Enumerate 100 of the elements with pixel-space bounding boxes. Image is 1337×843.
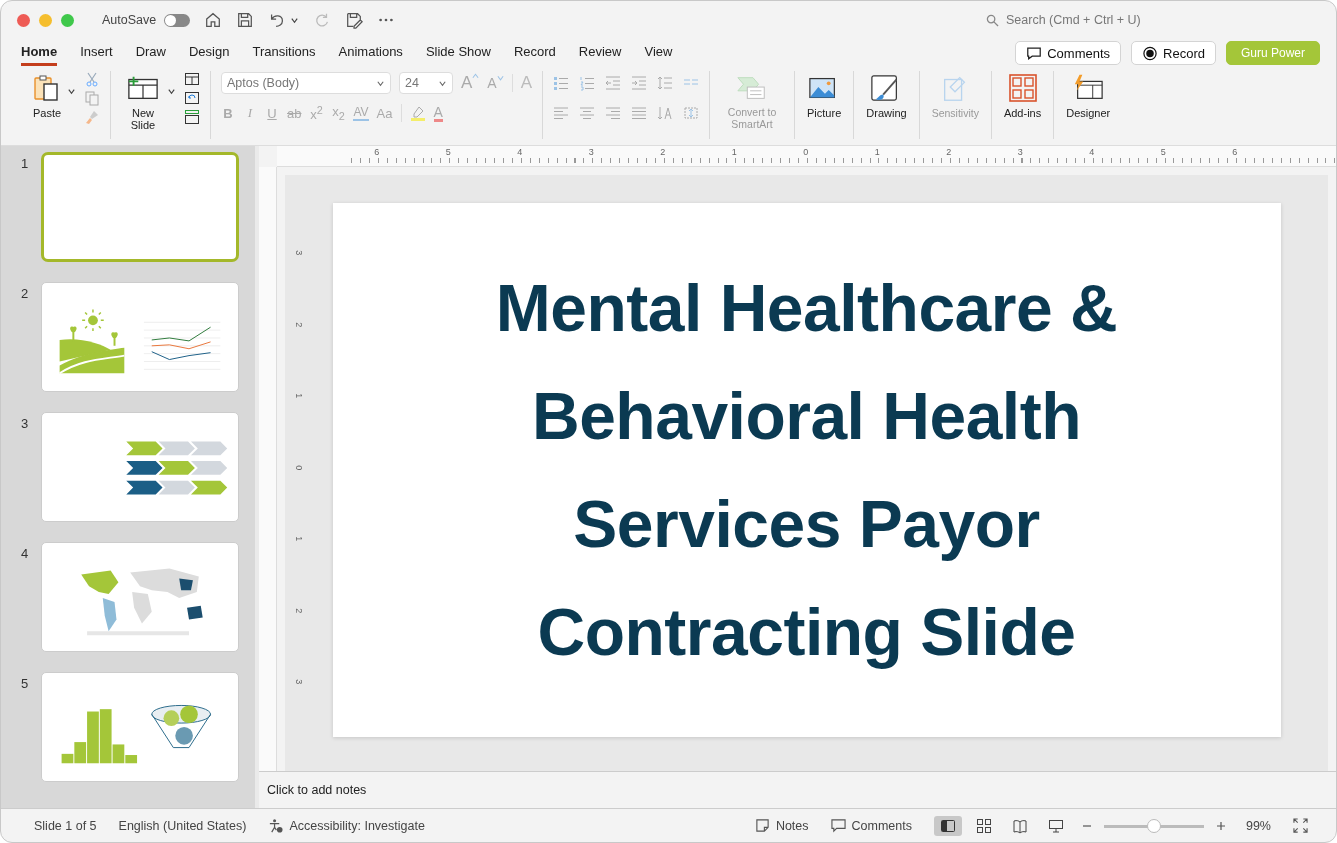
ruler-number: 1 xyxy=(292,392,304,401)
normal-view-icon xyxy=(939,817,956,834)
slide-thumbnail[interactable] xyxy=(41,152,239,262)
ribbon-tab[interactable]: Animations xyxy=(338,40,403,66)
text-direction-icon[interactable] xyxy=(657,105,674,121)
chevron-shape xyxy=(190,461,228,475)
font-size-field[interactable]: 24 xyxy=(399,72,453,94)
chevron-shape xyxy=(158,461,195,475)
picture-button[interactable]: Picture xyxy=(805,71,844,121)
ribbon-tab[interactable]: Design xyxy=(189,40,230,66)
close-icon[interactable] xyxy=(17,13,30,27)
align-icon[interactable] xyxy=(631,105,648,121)
chevron-shape xyxy=(158,480,195,495)
font-name-field[interactable]: Aptos (Body) xyxy=(221,72,391,94)
normal-view-button[interactable] xyxy=(933,815,962,836)
fit-to-window-icon[interactable] xyxy=(1293,818,1308,833)
slide-number: 2 xyxy=(20,285,30,301)
note-icon xyxy=(754,818,770,833)
slide-number: 1 xyxy=(20,155,30,171)
highlighter-icon[interactable] xyxy=(409,105,426,121)
autosave-label: AutoSave xyxy=(102,13,157,27)
chevron-shape xyxy=(158,441,195,456)
designer-button[interactable]: Designer xyxy=(1064,71,1113,121)
slide-thumbnail[interactable] xyxy=(41,542,239,652)
home-icon[interactable] xyxy=(204,11,223,29)
new-slide-button[interactable]: New Slide xyxy=(121,71,165,134)
maximize-icon[interactable] xyxy=(61,13,74,27)
down-caret-icon xyxy=(496,75,504,81)
save-edit-icon[interactable] xyxy=(345,11,364,29)
ruler-number: 2 xyxy=(292,606,304,615)
chevron-shape xyxy=(190,441,228,456)
copy-icon[interactable] xyxy=(84,90,100,106)
reset-icon[interactable] xyxy=(184,90,200,106)
slide-counter: Slide 1 of 5 xyxy=(34,818,97,833)
add-ins-button[interactable]: Add-ins xyxy=(1001,71,1044,121)
scissors-icon[interactable] xyxy=(84,71,100,87)
chevron-shape xyxy=(126,480,163,495)
bullets-icon[interactable] xyxy=(553,75,570,91)
paste-button[interactable]: Paste xyxy=(29,71,65,121)
layout-icon[interactable] xyxy=(184,71,200,87)
ribbon-tab[interactable]: Slide Show xyxy=(425,40,491,66)
ribbon-tab[interactable]: Draw xyxy=(135,40,166,66)
landscape-drawing xyxy=(58,308,126,375)
indent-icon[interactable] xyxy=(631,75,648,91)
slide-title[interactable]: Mental Healthcare & Behavioral Health Services Payor Contracting Slide xyxy=(396,254,1217,686)
line-spacing-icon[interactable] xyxy=(657,75,674,91)
search-field[interactable]: Search (Cmd + Ctrl + U) xyxy=(986,12,1226,28)
save-icon[interactable] xyxy=(236,11,255,29)
search-icon xyxy=(986,13,999,27)
ruler-number: 3 xyxy=(292,249,304,258)
comment-icon xyxy=(830,818,846,833)
caret-icon[interactable] xyxy=(67,87,76,96)
caret-icon[interactable] xyxy=(167,87,176,96)
slide-number: 4 xyxy=(20,545,30,561)
ribbon-tab[interactable]: Review xyxy=(578,40,622,66)
autosave-toggle[interactable] xyxy=(164,13,191,27)
ribbon-tab[interactable]: Home xyxy=(21,40,58,66)
drawing-button[interactable]: Drawing xyxy=(864,71,909,121)
funnel-drawing xyxy=(151,704,212,749)
zoom-in-icon[interactable] xyxy=(1215,820,1226,831)
ruler-number: 3 xyxy=(292,678,304,687)
ribbon-tab[interactable]: Transitions xyxy=(252,40,316,66)
comments-button[interactable]: Comments xyxy=(830,818,912,833)
chevron-shape xyxy=(190,480,228,495)
ruler-number: 2 xyxy=(292,320,304,329)
reading-view-icon xyxy=(1011,817,1028,834)
ribbon-tab[interactable]: View xyxy=(644,40,673,66)
outdent-icon[interactable] xyxy=(605,75,622,91)
show-view-icon xyxy=(1047,817,1064,834)
align-icon[interactable] xyxy=(605,105,622,121)
comment-icon xyxy=(1026,45,1043,61)
language-label[interactable]: English (United States) xyxy=(118,818,247,833)
accessibility-button[interactable]: Accessibility: Investigate xyxy=(268,818,425,833)
slide-thumbnail[interactable] xyxy=(41,282,239,392)
ribbon-tab[interactable]: Record xyxy=(513,40,556,66)
align-icon[interactable] xyxy=(553,105,570,121)
minimize-icon[interactable] xyxy=(39,13,52,27)
up-caret-icon xyxy=(472,73,480,79)
chevron-shape xyxy=(126,461,163,475)
ruler-number: 1 xyxy=(292,535,304,544)
section-icon[interactable] xyxy=(184,109,200,125)
numbering-icon[interactable] xyxy=(579,75,596,91)
chart-line xyxy=(151,351,212,361)
align-text-icon[interactable] xyxy=(683,105,700,121)
chevron-shape xyxy=(126,441,163,456)
slide-number: 5 xyxy=(20,675,30,691)
comments-button[interactable]: Comments xyxy=(1015,41,1122,65)
format-painter-icon[interactable] xyxy=(84,109,100,125)
record-button[interactable]: Record xyxy=(1131,41,1216,65)
record-icon xyxy=(1142,45,1159,61)
slide-number: 3 xyxy=(20,415,30,431)
ribbon-tab[interactable]: Insert xyxy=(80,40,113,66)
grid-icon xyxy=(1006,73,1039,103)
slide-thumbnail[interactable] xyxy=(41,672,239,782)
zoom-percent[interactable]: 99% xyxy=(1245,818,1271,833)
slide-thumbnail[interactable] xyxy=(41,412,239,522)
notes-button[interactable]: Notes xyxy=(754,818,809,833)
ruler-number: 0 xyxy=(292,463,304,472)
align-icon[interactable] xyxy=(579,105,596,121)
accessibility-icon xyxy=(268,818,284,833)
